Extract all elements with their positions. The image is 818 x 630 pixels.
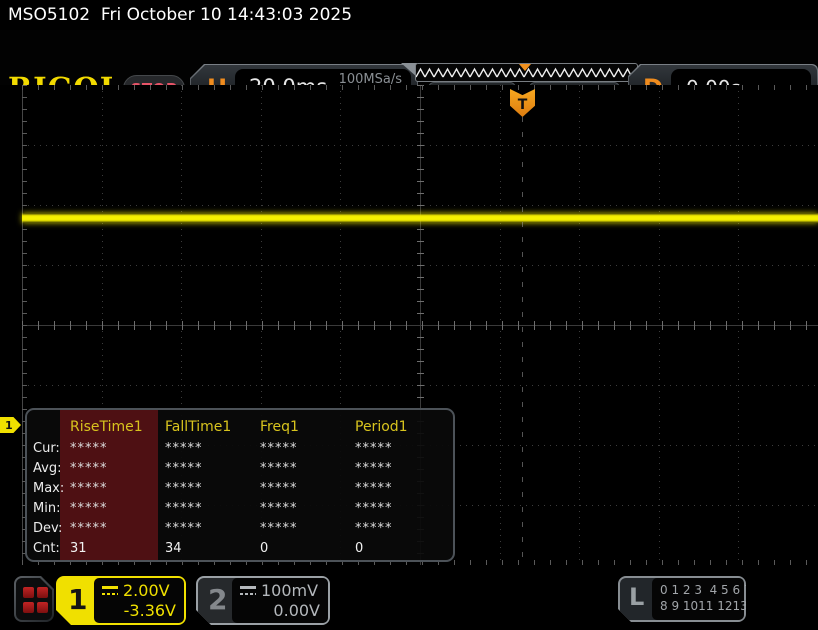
waveform-display: T 1 RiseTime1 FallTime1 Freq1 Period1 Cu…: [0, 85, 818, 565]
menu-icon-square: [37, 602, 48, 613]
channel-2-offset: 0.00V: [273, 601, 320, 620]
waveform-overview-strip[interactable]: [415, 63, 638, 82]
measurement-column-header: FallTime1: [165, 419, 232, 435]
logic-channels-row2: 8 9 1011 12131415: [660, 599, 779, 613]
measurement-column-header: Period1: [355, 419, 408, 435]
channel-2-field: 100mV 0.00V: [232, 578, 328, 623]
channel-1-offset: -3.36V: [123, 601, 176, 620]
trigger-position-line: [522, 117, 523, 565]
logic-channel-list: 0 1 2 3 4 5 6 7 8 9 1011 12131415: [652, 578, 744, 620]
channel-1-status[interactable]: 1 2.00V -3.36V: [56, 576, 186, 625]
menu-icon: [16, 578, 52, 620]
measurement-panel[interactable]: RiseTime1 FallTime1 Freq1 Period1 Cur: *…: [25, 408, 455, 562]
logic-channels-row1: 0 1 2 3 4 5 6 7: [660, 583, 752, 597]
memory-trigger-position-icon: [519, 64, 531, 71]
measurement-table: RiseTime1 FallTime1 Freq1 Period1 Cur: *…: [27, 410, 453, 560]
menu-icon-square: [23, 602, 34, 613]
trigger-marker-label: T: [517, 97, 528, 113]
menu-icon-square: [23, 587, 34, 598]
measurement-column-header: RiseTime1: [70, 419, 143, 435]
title-bar: MSO5102 Fri October 10 14:43:03 2025: [0, 0, 818, 30]
center-horizontal-axis-ticks: [22, 321, 818, 330]
ch1-waveform-trace: [22, 213, 818, 223]
bottom-bar: 1 2.00V -3.36V 2 100mV 0.00V L 0 1 2 3 4…: [0, 565, 818, 630]
header-bar: RIGOL STOP H 20.0ms 100MSa/s 20Mpts: [0, 30, 818, 85]
channel-2-status[interactable]: 2 100mV 0.00V: [196, 576, 330, 625]
channel-1-number: 1: [68, 583, 88, 616]
measurement-row-cnt: Cnt: 31 34 0 0: [33, 540, 364, 556]
dc-coupling-icon: [240, 586, 256, 595]
channel-1-field: 2.00V -3.36V: [94, 578, 184, 623]
logic-analyzer-label: L: [629, 583, 645, 611]
menu-button[interactable]: [14, 576, 54, 622]
measurement-row-dev: Dev: ***** ***** ***** *****: [33, 520, 393, 536]
channel-2-number: 2: [208, 583, 228, 616]
menu-icon-square: [37, 587, 48, 598]
measurement-row-min: Min: ***** ***** ***** *****: [33, 500, 393, 516]
model-and-datetime: MSO5102 Fri October 10 14:43:03 2025: [8, 5, 353, 25]
measurement-header-row: RiseTime1 FallTime1 Freq1 Period1: [27, 416, 453, 438]
dc-coupling-icon: [102, 586, 118, 595]
channel-2-scale: 100mV: [261, 581, 319, 600]
measurement-row-cur: Cur: ***** ***** ***** *****: [33, 440, 393, 456]
measurement-column-header: Freq1: [260, 419, 299, 435]
measurement-row-avg: Avg: ***** ***** ***** *****: [33, 460, 393, 476]
logic-analyzer-status[interactable]: L 0 1 2 3 4 5 6 7 8 9 1011 12131415: [618, 576, 746, 622]
top-edge-ticks: [22, 85, 818, 90]
measurement-row-max: Max: ***** ***** ***** *****: [33, 480, 393, 496]
ch1-ground-marker[interactable]: 1: [0, 417, 21, 433]
ch1-ground-marker-label: 1: [5, 418, 13, 432]
channel-1-scale: 2.00V: [123, 581, 170, 600]
